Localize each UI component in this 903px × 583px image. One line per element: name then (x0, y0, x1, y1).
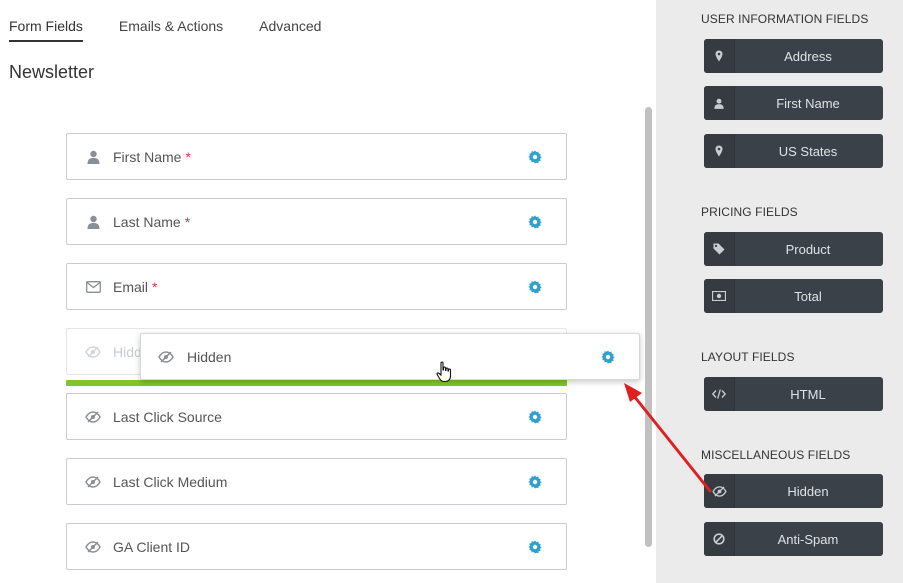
sidebar-button-html[interactable]: HTML (704, 377, 883, 411)
map-marker-icon (704, 134, 735, 168)
sidebar-button-address[interactable]: Address (704, 39, 883, 73)
sidebar-button-label: Hidden (787, 483, 829, 499)
sidebar-button-us-states[interactable]: US States (704, 134, 883, 168)
section-heading: LAYOUT FIELDS (701, 350, 795, 364)
eye-slash-icon (84, 343, 102, 361)
eye-slash-icon (84, 473, 102, 491)
sidebar-button-label: First Name (776, 95, 840, 111)
field-label: Last Name (113, 213, 181, 230)
user-icon (704, 86, 735, 120)
field-label: GA Client ID (113, 538, 191, 555)
map-marker-icon (704, 39, 735, 73)
gear-icon[interactable] (527, 474, 543, 490)
sidebar-button-product[interactable]: Product (704, 232, 883, 266)
field-label: Email (113, 278, 149, 295)
section-heading: MISCELLANEOUS FIELDS (701, 448, 851, 462)
sidebar-button-anti-spam[interactable]: Anti-Spam (704, 522, 883, 556)
required-marker: * (152, 278, 158, 295)
sidebar-button-total[interactable]: Total (704, 279, 883, 313)
gear-icon[interactable] (600, 349, 616, 365)
section-heading: PRICING FIELDS (701, 205, 798, 219)
user-icon (84, 148, 102, 166)
sidebar-button-label: Total (794, 288, 822, 304)
sidebar-button-label: HTML (790, 386, 826, 402)
field-email[interactable]: Email * (66, 263, 567, 310)
tab-emails-actions[interactable]: Emails & Actions (119, 18, 223, 42)
tag-icon (704, 232, 735, 266)
sidebar-button-hidden[interactable]: Hidden (704, 474, 883, 508)
dragging-field-label: Hidden (187, 348, 232, 365)
scrollbar[interactable] (645, 107, 652, 547)
eye-slash-icon (84, 538, 102, 556)
eye-slash-icon (704, 474, 735, 508)
gear-icon[interactable] (527, 279, 543, 295)
section-heading: USER INFORMATION FIELDS (701, 12, 869, 26)
field-label: Last Click Medium (113, 473, 228, 490)
tab-advanced[interactable]: Advanced (259, 18, 321, 42)
required-marker: * (184, 213, 191, 230)
tab-form-fields[interactable]: Form Fields (9, 18, 83, 42)
drop-indicator (66, 380, 567, 386)
gear-icon[interactable] (527, 214, 543, 230)
field-sidebar: USER INFORMATION FIELDS Address First Na… (656, 0, 903, 583)
gear-icon[interactable] (527, 149, 543, 165)
gear-icon[interactable] (527, 409, 543, 425)
envelope-icon (84, 278, 102, 296)
sidebar-button-label: Product (785, 241, 831, 257)
eye-slash-icon (84, 408, 102, 426)
field-last-click-medium[interactable]: Last Click Medium (66, 458, 567, 505)
field-last-click-source[interactable]: Last Click Source (66, 393, 567, 440)
sidebar-button-label: Address (784, 48, 832, 64)
ban-icon (704, 522, 735, 556)
tab-bar: Form Fields Emails & Actions Advanced (9, 18, 357, 42)
sidebar-button-label: US States (778, 143, 838, 159)
money-icon (704, 279, 735, 313)
gear-icon[interactable] (527, 539, 543, 555)
field-label: First Name (113, 148, 182, 165)
field-label: Last Click Source (113, 408, 222, 425)
hand-cursor-icon (436, 361, 454, 383)
code-icon (704, 377, 735, 411)
field-first-name[interactable]: First Name * (66, 133, 567, 180)
sidebar-button-label: Anti-Spam (777, 531, 839, 547)
eye-slash-icon (157, 348, 175, 366)
field-ga-client-id[interactable]: GA Client ID (66, 523, 567, 570)
form-title: Newsletter (9, 62, 95, 82)
required-marker: * (185, 148, 191, 165)
user-icon (84, 213, 102, 231)
field-last-name[interactable]: Last Name * (66, 198, 567, 245)
sidebar-button-first-name[interactable]: First Name (704, 86, 883, 120)
dragging-field-hidden[interactable]: Hidden (140, 333, 640, 380)
